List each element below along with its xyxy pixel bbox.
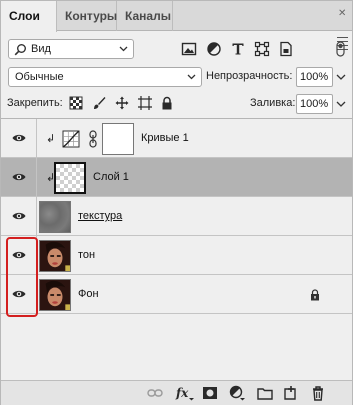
- fill-input[interactable]: 100%: [296, 94, 333, 114]
- new-group-folder-icon[interactable]: [257, 385, 273, 401]
- tab-paths[interactable]: Контуры: [57, 1, 117, 31]
- fx-layer-style-icon[interactable]: fx: [175, 385, 195, 401]
- add-layer-mask-icon[interactable]: [202, 385, 218, 401]
- layers-list: ↲ Кривые 1 ↲ Слой 1 текстура тон Фон: [1, 118, 352, 380]
- eye-icon: [12, 173, 26, 181]
- layer-row-tone[interactable]: тон: [1, 236, 352, 275]
- tab-layers-label: Слои: [9, 9, 40, 23]
- pixel-layer-filter-icon[interactable]: [181, 41, 197, 57]
- fill-label: Заливка:: [250, 97, 296, 109]
- chevron-down-icon: [119, 46, 128, 52]
- layer-mask-thumbnail[interactable]: [102, 123, 134, 155]
- layer-row-curves[interactable]: ↲ Кривые 1: [1, 119, 352, 158]
- tab-paths-label: Контуры: [65, 9, 118, 23]
- filter-kind-select[interactable]: Вид: [8, 39, 134, 59]
- blend-mode-select[interactable]: Обычные: [8, 67, 202, 87]
- visibility-toggle[interactable]: [1, 119, 37, 158]
- opacity-dropdown-icon[interactable]: [334, 67, 348, 87]
- layer-name[interactable]: Фон: [78, 288, 99, 300]
- blend-mode-label: Обычные: [15, 71, 64, 83]
- layer-thumbnail-photo[interactable]: [39, 279, 71, 311]
- opacity-label: Непрозрачность:: [206, 70, 293, 82]
- delete-layer-icon[interactable]: [310, 385, 326, 401]
- lock-image-pixels-icon[interactable]: [92, 96, 106, 110]
- layer-name[interactable]: Слой 1: [93, 171, 129, 183]
- lock-transparent-pixels-icon[interactable]: [69, 96, 83, 110]
- tab-layers[interactable]: Слои: [1, 1, 57, 32]
- search-icon: [14, 44, 26, 56]
- layer-row-layer1[interactable]: ↲ Слой 1: [1, 158, 352, 197]
- layer-lock-icon: [311, 289, 319, 301]
- new-layer-icon[interactable]: [283, 385, 299, 401]
- layers-panel: Слои Контуры Каналы ✕ Вид Обычные Непроз…: [0, 0, 353, 405]
- layer-name[interactable]: Кривые 1: [141, 132, 189, 144]
- eye-highlight-box: [6, 237, 38, 317]
- layer-thumbnail-texture[interactable]: [39, 201, 71, 233]
- lock-position-icon[interactable]: [115, 96, 129, 110]
- link-layers-icon[interactable]: [147, 385, 163, 401]
- panel-footer: fx: [1, 380, 352, 405]
- close-panel-icon[interactable]: ✕: [338, 8, 346, 19]
- shape-layer-filter-icon[interactable]: [254, 41, 270, 57]
- layer-name[interactable]: тон: [78, 249, 95, 261]
- smart-object-filter-icon[interactable]: [278, 41, 294, 57]
- tab-channels[interactable]: Каналы: [117, 1, 173, 31]
- type-layer-filter-icon[interactable]: [230, 41, 246, 57]
- eye-icon: [12, 134, 26, 142]
- opacity-input[interactable]: 100%: [296, 67, 333, 87]
- layer-name[interactable]: текстура: [78, 210, 122, 222]
- visibility-toggle[interactable]: [1, 158, 37, 197]
- clipping-arrow-icon: ↲: [46, 133, 56, 145]
- curves-adjustment-icon: [62, 130, 80, 148]
- fill-value: 100%: [300, 98, 329, 110]
- layer-row-background[interactable]: Фон: [1, 275, 352, 314]
- panel-tab-bar: Слои Контуры Каналы ✕: [1, 1, 352, 50]
- new-adjustment-layer-icon[interactable]: [229, 385, 245, 401]
- svg-text:fx: fx: [175, 386, 189, 400]
- visibility-toggle[interactable]: [1, 197, 37, 236]
- tab-channels-label: Каналы: [125, 9, 171, 23]
- eye-icon: [12, 212, 26, 220]
- lock-all-icon[interactable]: [160, 96, 174, 110]
- lock-artboard-icon[interactable]: [138, 96, 152, 110]
- layer-thumbnail-transparent[interactable]: [54, 162, 86, 194]
- opacity-value: 100%: [300, 71, 329, 83]
- layer-thumbnail-photo[interactable]: [39, 240, 71, 272]
- chevron-down-icon: [187, 74, 196, 80]
- layer-mask-link-icon[interactable]: [88, 130, 98, 148]
- filter-kind-label: Вид: [31, 43, 51, 55]
- lock-label: Закрепить:: [7, 97, 63, 109]
- adjustment-layer-filter-icon[interactable]: [206, 41, 222, 57]
- fill-dropdown-icon[interactable]: [334, 94, 348, 114]
- filter-toggle-icon[interactable]: [335, 41, 346, 57]
- layer-row-texture[interactable]: текстура: [1, 197, 352, 236]
